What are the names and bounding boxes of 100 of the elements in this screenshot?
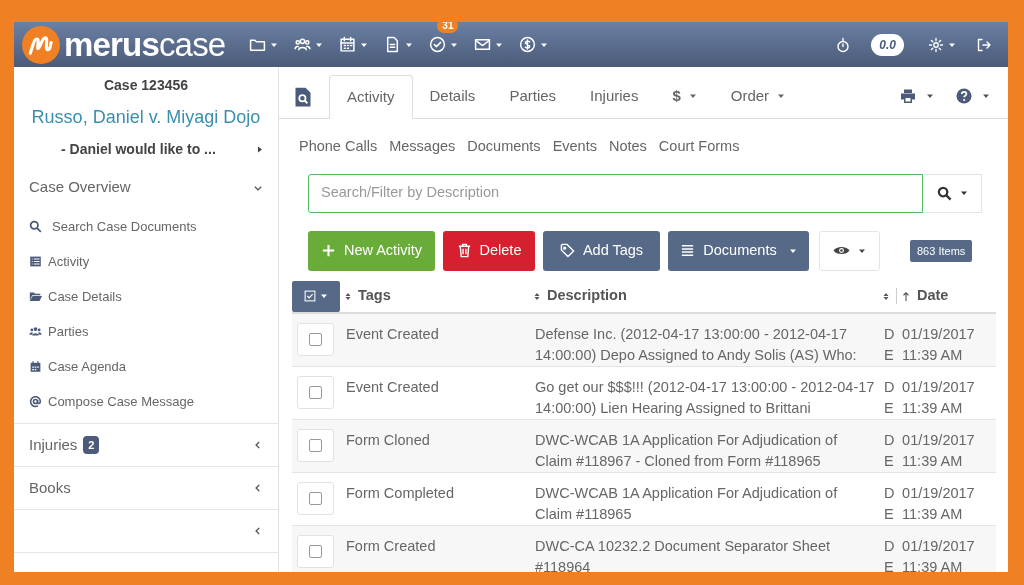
row-checkbox[interactable] (309, 491, 322, 505)
subtab-link[interactable]: Notes (608, 136, 647, 158)
column-header[interactable]: Tags (358, 285, 391, 308)
table-cell-text: DE (884, 483, 893, 524)
table-row[interactable]: Form Created DWC-CA 10232.2 Document Separator Sheet #118964 DE 01/19/2017 11:39 AM (292, 525, 996, 572)
nav-menu-button[interactable] (519, 36, 549, 53)
mail-icon (474, 36, 492, 53)
logo-text: meruscase (64, 28, 226, 61)
select-all-button[interactable] (292, 280, 340, 312)
stopwatch-icon (835, 36, 852, 53)
calendar-icon (29, 360, 42, 373)
help-icon (956, 88, 972, 104)
sidebar-section-header[interactable]: Books (14, 467, 278, 510)
table-cell-text: Form Created (346, 536, 437, 556)
row-checkbox[interactable] (309, 385, 322, 399)
tab[interactable]: Parties (492, 74, 574, 118)
sidebar-link[interactable]: Compose Case Message (14, 384, 278, 419)
settings-icon (928, 36, 944, 53)
nav-menu-button[interactable] (294, 36, 324, 53)
case-name[interactable]: Russo, Daniel v. Miyagi Dojo (14, 104, 278, 131)
people-icon (294, 36, 312, 53)
checkbox-icon (304, 290, 316, 303)
people-icon (29, 325, 42, 338)
tab[interactable]: Order (713, 74, 803, 118)
settings-button[interactable] (928, 36, 956, 53)
table-cell-text: Event Created (346, 324, 440, 344)
nav-menu-button[interactable] (474, 36, 504, 53)
tab[interactable]: $ (655, 74, 714, 118)
sidebar-link[interactable]: Case Details (14, 279, 278, 314)
row-checkbox[interactable] (309, 332, 322, 346)
table-cell-text: Event Created (346, 377, 440, 397)
nav-menu-button[interactable] (339, 36, 369, 53)
column-header[interactable]: Date (917, 285, 949, 308)
table-cell-text: DE (884, 377, 893, 418)
calendar-icon (339, 36, 357, 53)
search-icon (936, 185, 952, 201)
table-row[interactable]: Event Created Defense Inc. (2012-04-17 13:00:00 - 2012-04-17 14:00:00) Depo Assigned to Andy Solis (AS) Who: DE 01/19/2017 11:39 AM (292, 313, 996, 367)
subtab-link[interactable]: Phone Calls (299, 136, 378, 158)
table-row[interactable]: Form Cloned DWC-WCAB 1A Application For Adjudication of Claim #118967 - Cloned from Form #118965 DE 01/19/2017 11:39 AM (292, 419, 996, 473)
table-cell-text: Form Cloned (346, 430, 431, 450)
subtab-link[interactable]: Messages (389, 136, 456, 158)
at-sign-icon (29, 395, 42, 408)
table-cell-text: 01/19/2017 11:39 AM (902, 377, 976, 418)
table-cell-text: 01/19/2017 11:39 AM (902, 430, 976, 471)
subtab-link[interactable]: Documents (467, 136, 541, 158)
table-cell-text: Form Completed (346, 483, 455, 503)
check-circle-icon (429, 36, 447, 53)
table-cell-text: 01/19/2017 11:39 AM (902, 324, 976, 365)
printer-icon (900, 88, 916, 104)
sign-out-icon[interactable] (976, 36, 992, 53)
case-number: Case 123456 (102, 76, 190, 95)
plus-icon (320, 243, 336, 259)
delete-button[interactable]: Delete (443, 230, 535, 271)
tag-icon (559, 243, 575, 259)
table-cell-text: DE (884, 536, 893, 572)
nav-menu-button[interactable] (429, 36, 459, 53)
table-cell-text: 01/19/2017 11:39 AM (902, 483, 976, 524)
column-header[interactable]: Description (547, 285, 627, 308)
nav-menu-button[interactable] (384, 36, 414, 53)
table-cell-text: Defense Inc. (2012-04-17 13:00:00 - 2012-04-17 14:00:00) Depo Assigned to Andy Solis (AS) Who: (535, 324, 858, 365)
sidebar-link[interactable]: Case Agenda (14, 349, 278, 384)
sidebar-link[interactable]: Activity (14, 244, 278, 279)
search-field[interactable]: Search/Filter by Description (308, 173, 923, 213)
caret-icon (982, 92, 990, 100)
folder-icon (29, 290, 42, 303)
list-icon (680, 243, 696, 259)
table-cell-text: DE (884, 430, 893, 471)
table-cell-text: Go get our $$$!!! (2012-04-17 13:00:00 - 2012-04-17 14:00:00) Lien Hearing Assigned to Brittani (535, 377, 876, 418)
dollar-circle-icon (519, 36, 537, 53)
table-cell-text: 01/19/2017 11:39 AM (902, 536, 976, 572)
row-checkbox[interactable] (309, 544, 322, 558)
row-checkbox[interactable] (309, 438, 322, 452)
table-cell-text: DWC-CA 10232.2 Document Separator Sheet #118964 (535, 536, 831, 572)
caret-icon (926, 92, 934, 100)
sidebar-link[interactable]: Search Case Documents (14, 209, 278, 244)
sort-ascending-icon (901, 289, 911, 303)
search-button[interactable] (923, 173, 982, 213)
documents-dropdown-button[interactable]: Documents (668, 230, 809, 271)
logo-icon (22, 25, 60, 64)
case-note: - Daniel would like to ... (61, 140, 217, 159)
table-cell-text: DE (884, 324, 893, 365)
subtab-link[interactable]: Court Forms (658, 136, 740, 158)
tab[interactable]: Injuries (573, 74, 656, 118)
timer-display[interactable]: 0.0 (871, 33, 904, 56)
add-tags-button[interactable]: Add Tags (543, 230, 660, 271)
table-cell-text: DWC-WCAB 1A Application For Adjudication of Claim #118965 (535, 483, 839, 524)
sidebar-link[interactable]: Parties (14, 314, 278, 349)
sidebar-section-header[interactable]: Case Overview (14, 166, 278, 209)
notification-badge: 31 (437, 22, 459, 33)
view-options-button[interactable] (819, 230, 880, 271)
sidebar-section-header[interactable]: Injuries 2 (14, 424, 278, 467)
search-icon (29, 220, 42, 233)
item-count-badge: 863 Items (910, 239, 973, 262)
tab[interactable]: Details (412, 74, 493, 118)
search-document-icon[interactable] (293, 86, 313, 108)
count-badge: 2 (83, 435, 100, 455)
subtab-link[interactable]: Events (552, 136, 597, 158)
triangle-right-icon[interactable] (256, 145, 264, 154)
tab[interactable]: Activity (329, 75, 413, 119)
trash-icon (456, 243, 472, 259)
